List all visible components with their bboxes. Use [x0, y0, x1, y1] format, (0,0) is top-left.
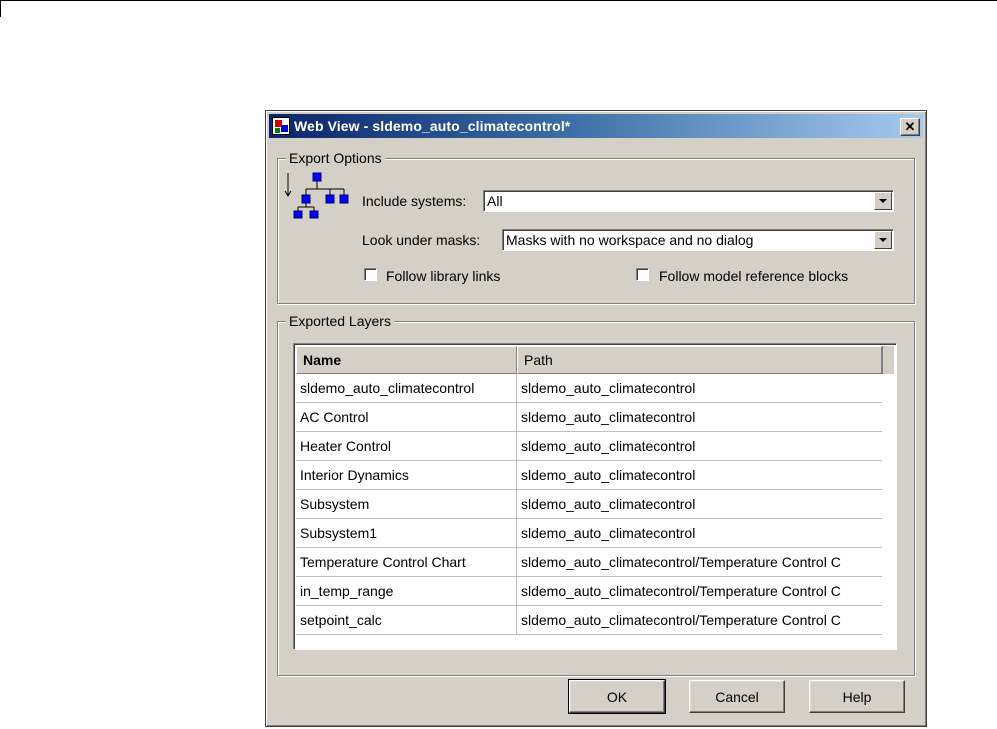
cell-path: sldemo_auto_climatecontrol: [521, 438, 696, 454]
follow-model-reference-checkbox[interactable]: [636, 268, 649, 281]
cell-name: Heater Control: [296, 432, 517, 460]
table-row[interactable]: Temperature Control Chart sldemo_auto_cli…: [296, 548, 882, 577]
cell-name: AC Control: [296, 403, 517, 431]
cell-name: sldemo_auto_climatecontrol: [296, 374, 517, 402]
cell-path: sldemo_auto_climatecontrol/Temperature C…: [521, 554, 841, 570]
table-row[interactable]: in_temp_range sldemo_auto_climatecontrol/…: [296, 577, 882, 606]
table-header: Name Path: [296, 346, 882, 374]
simulink-app-icon: [272, 117, 290, 135]
look-under-masks-label: Look under masks:: [362, 232, 481, 248]
include-systems-label: Include systems:: [362, 193, 467, 209]
close-icon: ✕: [904, 119, 916, 134]
cell-path: sldemo_auto_climatecontrol: [521, 525, 696, 541]
cell-path: sldemo_auto_climatecontrol: [521, 467, 696, 483]
cell-name: Subsystem1: [296, 519, 517, 547]
column-header-name[interactable]: Name: [296, 346, 517, 374]
include-systems-value: All: [487, 193, 503, 209]
close-button[interactable]: ✕: [900, 118, 920, 136]
follow-model-reference-label: Follow model reference blocks: [659, 268, 849, 284]
exported-layers-legend: Exported Layers: [286, 313, 394, 329]
look-under-masks-dropdown-button[interactable]: [874, 231, 892, 249]
include-systems-dropdown[interactable]: All: [483, 190, 894, 212]
look-under-masks-value: Masks with no workspace and no dialog: [506, 232, 754, 248]
cell-name: Interior Dynamics: [296, 461, 517, 489]
chevron-down-icon: [879, 238, 887, 242]
cancel-button[interactable]: Cancel: [689, 680, 785, 713]
cell-name: setpoint_calc: [296, 606, 517, 634]
table-row[interactable]: Subsystem1 sldemo_auto_climatecontrol: [296, 519, 882, 548]
ok-button[interactable]: OK: [568, 679, 666, 714]
include-systems-dropdown-button[interactable]: [874, 192, 892, 210]
scrollbar-corner: [882, 346, 894, 374]
page-top-rule: [0, 0, 997, 1]
cell-path: sldemo_auto_climatecontrol: [521, 380, 696, 396]
follow-library-links-checkbox[interactable]: [364, 268, 377, 281]
table-row[interactable]: Heater Control sldemo_auto_climatecontrol: [296, 432, 882, 461]
look-under-masks-dropdown[interactable]: Masks with no workspace and no dialog: [502, 229, 894, 251]
table-body: sldemo_auto_climatecontrol sldemo_auto_cl…: [296, 374, 882, 635]
cell-path: sldemo_auto_climatecontrol: [521, 409, 696, 425]
title-bar[interactable]: Web View - sldemo_auto_climatecontrol* ✕: [269, 114, 923, 138]
cell-path: sldemo_auto_climatecontrol: [521, 496, 696, 512]
cell-path: sldemo_auto_climatecontrol/Temperature C…: [521, 583, 841, 599]
cell-path: sldemo_auto_climatecontrol/Temperature C…: [521, 612, 841, 628]
exported-layers-table[interactable]: Name Path sldemo_auto_climatecontrol slde…: [293, 343, 897, 650]
table-row[interactable]: Subsystem sldemo_auto_climatecontrol: [296, 490, 882, 519]
help-button[interactable]: Help: [809, 680, 905, 713]
follow-library-links-label: Follow library links: [386, 268, 501, 284]
web-view-dialog: Web View - sldemo_auto_climatecontrol* ✕…: [265, 110, 927, 727]
table-row[interactable]: AC Control sldemo_auto_climatecontrol: [296, 403, 882, 432]
table-row[interactable]: sldemo_auto_climatecontrol sldemo_auto_cl…: [296, 374, 882, 403]
window-title: Web View - sldemo_auto_climatecontrol*: [294, 118, 571, 134]
chevron-down-icon: [879, 199, 887, 203]
column-header-path[interactable]: Path: [517, 346, 882, 374]
cell-name: in_temp_range: [296, 577, 517, 605]
cell-name: Subsystem: [296, 490, 517, 518]
hierarchy-icon: [284, 172, 349, 219]
page-left-rule: [0, 0, 1, 17]
export-options-legend: Export Options: [286, 150, 385, 166]
table-row[interactable]: setpoint_calc sldemo_auto_climatecontrol/…: [296, 606, 882, 635]
table-row[interactable]: Interior Dynamics sldemo_auto_climatecont…: [296, 461, 882, 490]
cell-name: Temperature Control Chart: [296, 548, 517, 576]
